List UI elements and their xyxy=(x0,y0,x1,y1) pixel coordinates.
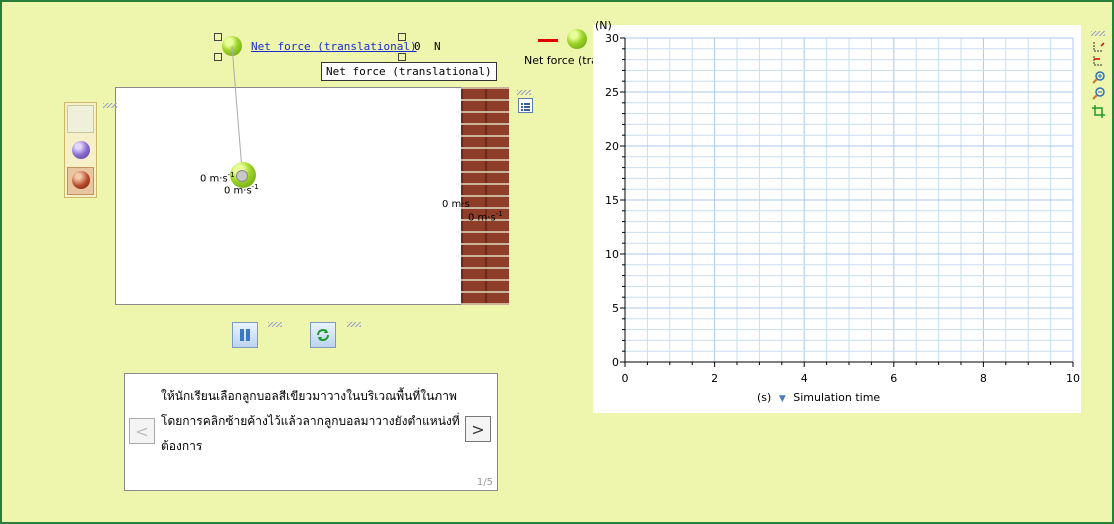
legend-ball-icon xyxy=(567,29,587,49)
refresh-icon xyxy=(317,329,329,341)
next-button[interactable]: > xyxy=(465,416,491,442)
palette-slot-purple[interactable] xyxy=(67,137,94,165)
purple-ball-icon xyxy=(72,141,90,159)
pause-icon xyxy=(240,329,250,341)
zoom-out-icon[interactable] xyxy=(1092,87,1105,100)
ball-velocity-label-2: 0 m·s-1 xyxy=(224,183,259,197)
prev-button[interactable]: < xyxy=(129,418,155,444)
graph-panel[interactable]: 0 2 4 6 8 10 0 5 10 15 20 25 30 (N) (s) ▼ Simulation… xyxy=(593,19,1081,413)
graph-toolbar xyxy=(1091,40,1107,126)
y-tick-label: 5 xyxy=(612,302,619,315)
palette-slot-empty[interactable] xyxy=(67,105,94,133)
brown-ball-icon xyxy=(72,171,90,189)
x-tick-label: 10 xyxy=(1066,372,1080,385)
zoom-box-icon[interactable] xyxy=(1093,56,1103,66)
y-tick-label: 20 xyxy=(605,140,619,153)
reset-button[interactable] xyxy=(310,322,336,348)
x-tick-label: 2 xyxy=(711,372,718,385)
object-palette xyxy=(64,102,97,198)
x-tick-label: 4 xyxy=(801,372,808,385)
wall-velocity-label-2: 0 m·s-1 xyxy=(468,210,503,224)
instruction-panel: < ให้นักเรียนเลือกลูกบอลสีเขียวมาวางในบร… xyxy=(124,373,498,491)
x-tick-label: 8 xyxy=(980,372,987,385)
y-axis-unit: (N) xyxy=(595,19,612,32)
x-axis-unit: (s) xyxy=(757,391,772,404)
x-axis-label[interactable]: Simulation time xyxy=(793,391,880,404)
pause-button[interactable] xyxy=(232,322,258,348)
legend-line xyxy=(538,39,558,42)
instruction-text: ให้นักเรียนเลือกลูกบอลสีเขียวมาวางในบริเ… xyxy=(161,389,460,453)
page-indicator: 1/5 xyxy=(476,477,493,488)
x-tick-label: 0 xyxy=(622,372,629,385)
wall-velocity-label: 0 m·s xyxy=(442,199,470,210)
y-tick-label: 30 xyxy=(605,32,619,45)
palette-slot-brown[interactable] xyxy=(67,167,94,195)
force-time-chart[interactable]: 0 2 4 6 8 10 0 5 10 15 20 25 30 xyxy=(593,25,1081,413)
zoom-box-icon[interactable] xyxy=(1093,42,1105,52)
y-tick-label: 15 xyxy=(605,194,619,207)
y-tick-label: 25 xyxy=(605,86,619,99)
y-tick-label: 10 xyxy=(605,248,619,261)
graph-grip-icon[interactable] xyxy=(1091,31,1105,36)
reset-grip-icon[interactable] xyxy=(347,322,361,327)
crop-icon[interactable] xyxy=(1092,105,1105,118)
ball-center-marker xyxy=(236,170,248,182)
zoom-in-icon[interactable] xyxy=(1092,71,1105,84)
x-axis-title: (s) ▼ Simulation time xyxy=(757,391,880,404)
pause-grip-icon[interactable] xyxy=(268,322,282,327)
x-tick-label: 6 xyxy=(890,372,897,385)
dropdown-arrow-icon[interactable]: ▼ xyxy=(779,394,786,404)
simulation-window: Net force (translational) 0 N Net force … xyxy=(0,0,1114,524)
y-tick-label: 0 xyxy=(612,356,619,369)
